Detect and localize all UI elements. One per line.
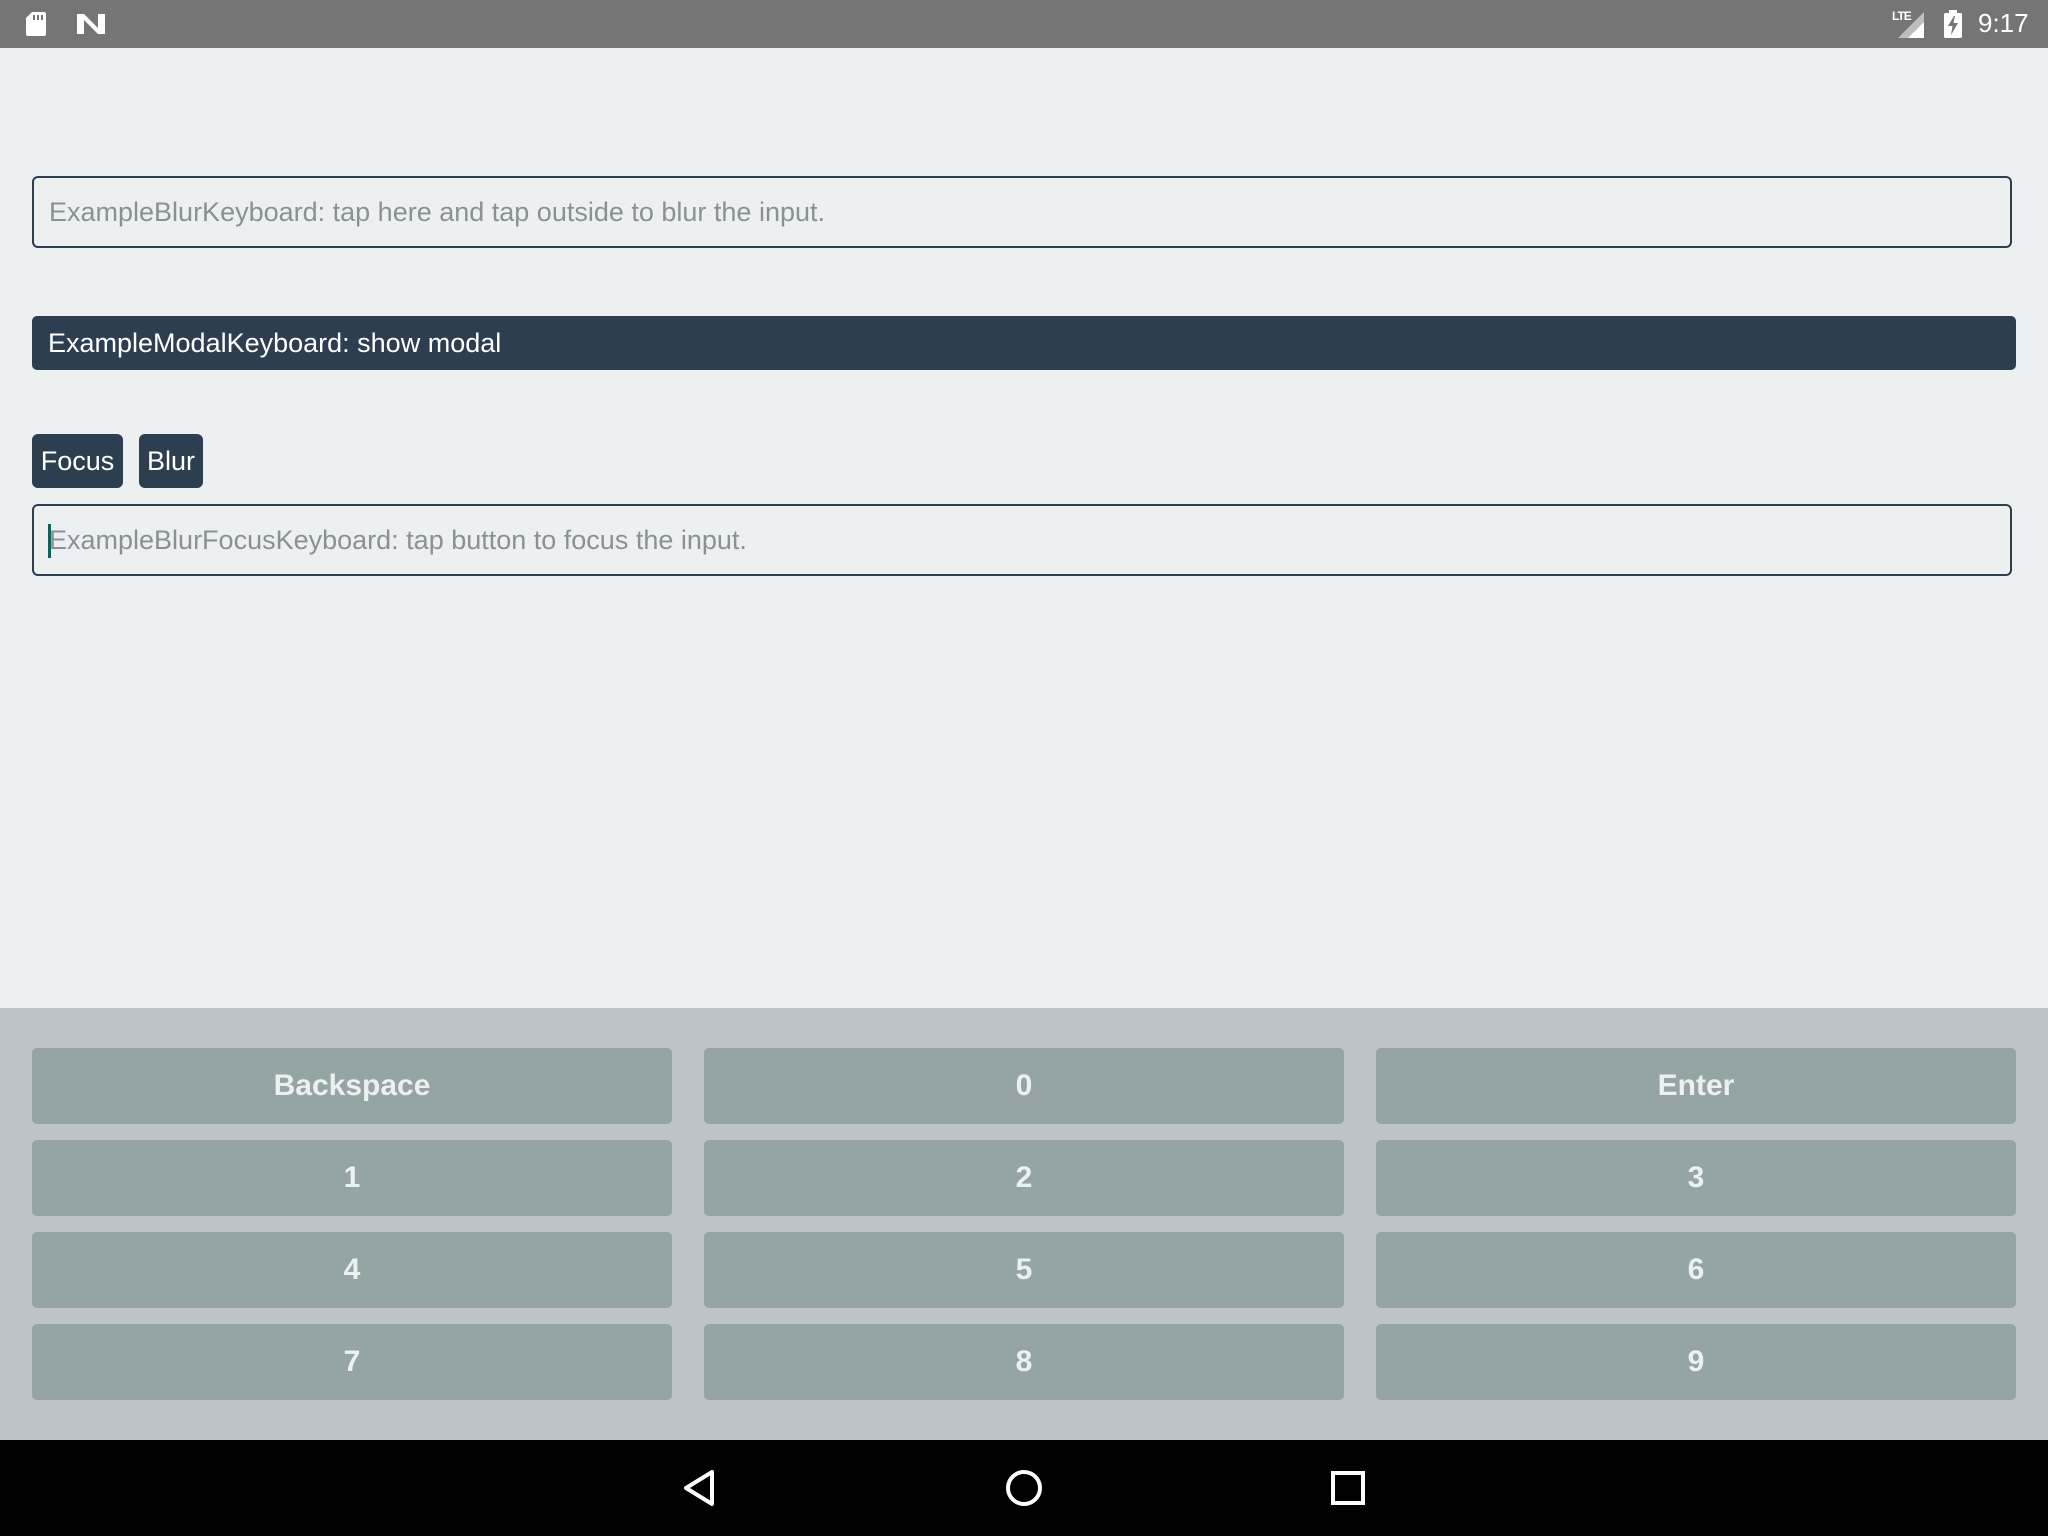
numeric-keyboard: Backspace 0 Enter 1 2 3 4 5 6 7 8 9 (0, 1008, 2048, 1440)
status-bar: LTE 9:17 (0, 0, 2048, 48)
home-icon[interactable] (1004, 1468, 1044, 1508)
key-0[interactable]: 0 (704, 1048, 1344, 1124)
key-5[interactable]: 5 (704, 1232, 1344, 1308)
sd-card-icon (26, 12, 46, 36)
recents-icon[interactable] (1330, 1470, 1366, 1506)
key-9[interactable]: 9 (1376, 1324, 2016, 1400)
focus-button[interactable]: Focus (32, 434, 123, 488)
key-2[interactable]: 2 (704, 1140, 1344, 1216)
text-caret (48, 524, 51, 558)
key-enter[interactable]: Enter (1376, 1048, 2016, 1124)
show-modal-button[interactable]: ExampleModalKeyboard: show modal (32, 316, 2016, 370)
blur-keyboard-input[interactable] (32, 176, 2012, 248)
navigation-bar (0, 1440, 2048, 1536)
clock: 9:17 (1978, 8, 2029, 38)
main-content: ExampleModalKeyboard: show modal Focus B… (0, 48, 2048, 1008)
battery-charging-icon (1944, 10, 1962, 38)
key-8[interactable]: 8 (704, 1324, 1344, 1400)
back-icon[interactable] (682, 1468, 716, 1508)
key-3[interactable]: 3 (1376, 1140, 2016, 1216)
key-6[interactable]: 6 (1376, 1232, 2016, 1308)
signal-icon (1898, 12, 1924, 38)
key-4[interactable]: 4 (32, 1232, 672, 1308)
blur-focus-keyboard-input[interactable] (32, 504, 2012, 576)
key-1[interactable]: 1 (32, 1140, 672, 1216)
key-7[interactable]: 7 (32, 1324, 672, 1400)
key-backspace[interactable]: Backspace (32, 1048, 672, 1124)
blur-button[interactable]: Blur (139, 434, 203, 488)
n-notification-icon (77, 14, 105, 34)
